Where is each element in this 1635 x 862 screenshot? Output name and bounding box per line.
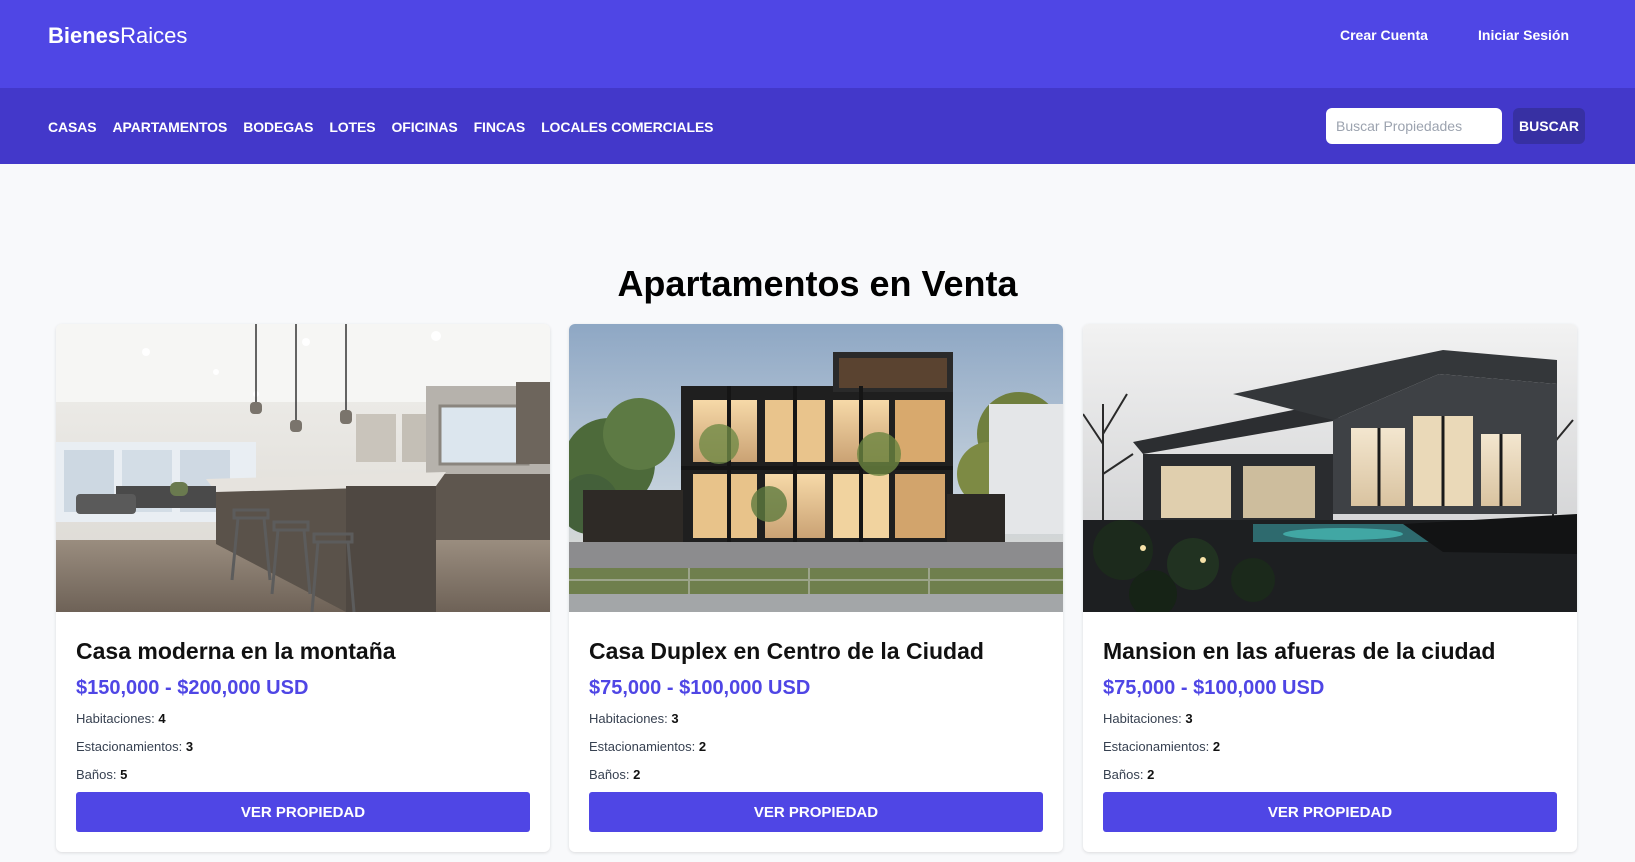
nav-link-apartamentos[interactable]: APARTAMENTOS [113, 118, 228, 136]
property-price: $75,000 - $100,000 USD [589, 677, 811, 699]
logo-light-text: Raices [120, 23, 188, 48]
login-link[interactable]: Iniciar Sesión [1478, 26, 1569, 44]
baths-label: Baños: [76, 767, 117, 782]
property-title: Casa Duplex en Centro de la Ciudad [589, 638, 984, 664]
property-baths: Baños: 2 [1103, 766, 1154, 784]
property-price: $75,000 - $100,000 USD [1103, 677, 1325, 699]
property-title: Casa moderna en la montaña [76, 638, 396, 664]
site-logo[interactable]: BienesRaices [48, 22, 187, 50]
top-header: BienesRaices Crear Cuenta Iniciar Sesión [0, 0, 1635, 88]
property-image-duplex-house [569, 324, 1063, 612]
rooms-label: Habitaciones: [589, 711, 668, 726]
rooms-value: 3 [1185, 711, 1193, 726]
duplex-photo-illustration [569, 324, 1063, 612]
property-baths: Baños: 2 [589, 766, 640, 784]
view-property-button[interactable]: VER PROPIEDAD [76, 792, 530, 832]
parking-value: 2 [698, 739, 707, 754]
property-price: $150,000 - $200,000 USD [76, 677, 309, 699]
nav-link-bodegas[interactable]: BODEGAS [243, 118, 313, 136]
property-card: Casa moderna en la montaña $150,000 - $2… [56, 324, 550, 852]
property-card: Casa Duplex en Centro de la Ciudad $75,0… [569, 324, 1063, 852]
page-title: Apartamentos en Venta [617, 263, 1018, 304]
baths-value: 5 [120, 767, 128, 782]
property-image-modern-kitchen [56, 324, 550, 612]
category-navbar: CASAS APARTAMENTOS BODEGAS LOTES OFICINA… [0, 88, 1635, 164]
nav-link-locales-comerciales[interactable]: LOCALES COMERCIALES [541, 118, 713, 136]
mansion-photo-illustration [1083, 324, 1577, 612]
parking-label: Estacionamientos: [76, 739, 183, 754]
property-title: Mansion en las afueras de la ciudad [1103, 638, 1496, 664]
category-links: CASAS APARTAMENTOS BODEGAS LOTES OFICINA… [48, 118, 714, 136]
rooms-label: Habitaciones: [1103, 711, 1182, 726]
baths-value: 2 [1147, 767, 1155, 782]
nav-link-lotes[interactable]: LOTES [329, 118, 375, 136]
search-button[interactable]: BUSCAR [1513, 108, 1585, 144]
view-property-button[interactable]: VER PROPIEDAD [589, 792, 1043, 832]
view-property-button[interactable]: VER PROPIEDAD [1103, 792, 1557, 832]
nav-link-casas[interactable]: CASAS [48, 118, 97, 136]
rooms-value: 4 [158, 711, 166, 726]
property-rooms: Habitaciones: 4 [76, 710, 166, 728]
logo-bold-text: Bienes [48, 23, 121, 48]
property-rooms: Habitaciones: 3 [1103, 710, 1193, 728]
parking-value: 2 [1212, 739, 1221, 754]
property-rooms: Habitaciones: 3 [589, 710, 679, 728]
search-input[interactable] [1326, 108, 1502, 144]
parking-label: Estacionamientos: [1103, 739, 1210, 754]
kitchen-photo-illustration [56, 324, 550, 612]
property-parking: Estacionamientos: 2 [589, 738, 706, 756]
baths-label: Baños: [1103, 767, 1144, 782]
nav-link-fincas[interactable]: FINCAS [474, 118, 526, 136]
property-card: Mansion en las afueras de la ciudad $75,… [1083, 324, 1577, 852]
property-image-night-mansion [1083, 324, 1577, 612]
parking-label: Estacionamientos: [589, 739, 696, 754]
nav-link-oficinas[interactable]: OFICINAS [391, 118, 457, 136]
rooms-label: Habitaciones: [76, 711, 155, 726]
rooms-value: 3 [671, 711, 679, 726]
property-parking: Estacionamientos: 3 [76, 738, 193, 756]
parking-value: 3 [185, 739, 194, 754]
property-parking: Estacionamientos: 2 [1103, 738, 1220, 756]
create-account-link[interactable]: Crear Cuenta [1340, 26, 1428, 44]
baths-value: 2 [633, 767, 641, 782]
baths-label: Baños: [589, 767, 630, 782]
property-baths: Baños: 5 [76, 766, 127, 784]
